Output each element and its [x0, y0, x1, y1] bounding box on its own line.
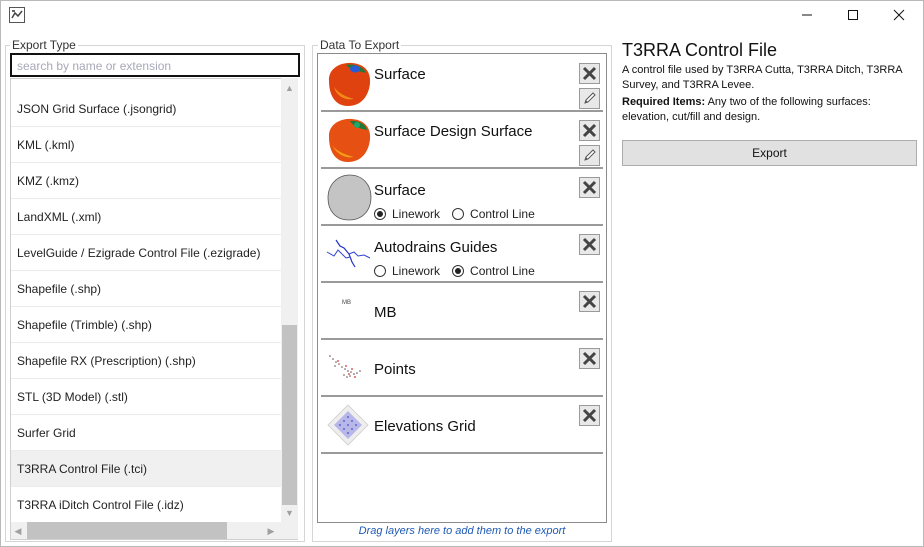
radio-control-line[interactable]	[452, 265, 465, 277]
data-to-export-title: Data To Export	[318, 38, 402, 52]
radio-linework[interactable]	[374, 208, 386, 220]
remove-layer-button-autodrains-guides[interactable]	[579, 234, 600, 255]
radio-control-line[interactable]	[452, 208, 465, 220]
export-type-title-heading: T3RRA Control File	[622, 40, 778, 60]
list-item-landxml[interactable]: LandXML (.xml)	[11, 199, 283, 235]
remove-icon	[582, 408, 597, 423]
vertical-scroll-thumb[interactable]	[282, 325, 297, 505]
edit-layer-button-design-surface[interactable]	[579, 145, 600, 166]
remove-layer-button-mb[interactable]	[579, 291, 600, 312]
boundary-thumbnail	[324, 173, 374, 226]
radio-linework[interactable]	[374, 265, 386, 277]
remove-icon	[582, 66, 597, 81]
grid-thumbnail	[324, 403, 372, 450]
remove-layer-button-elevations-grid[interactable]	[579, 405, 600, 426]
layer-name-surface: Surface	[374, 66, 426, 83]
list-item-jsongrid[interactable]: JSON Grid Surface (.jsongrid)	[11, 91, 283, 127]
remove-layer-button-design-surface[interactable]	[579, 120, 600, 141]
layer-name-surface-boundary: Surface	[374, 182, 426, 199]
mb-thumbnail: MB	[342, 300, 351, 306]
layer-name-elevations-grid: Elevations Grid	[374, 418, 476, 435]
layer-name-autodrains-guides: Autodrains Guides	[374, 239, 498, 256]
close-button[interactable]	[876, 0, 922, 30]
list-item-kmz[interactable]: KMZ (.kmz)	[11, 163, 283, 199]
required-items: Required Items: Any two of the following…	[622, 95, 914, 125]
required-items-label: Required Items:	[622, 96, 706, 108]
remove-icon	[582, 180, 597, 195]
drag-hint: Drag layers here to add them to the expo…	[358, 525, 566, 537]
export-button[interactable]: Export	[622, 140, 917, 166]
layer-row-mb[interactable]	[321, 283, 603, 340]
remove-layer-button-surface[interactable]	[579, 63, 600, 84]
horizontal-scroll-thumb[interactable]	[27, 522, 227, 539]
minimize-button[interactable]	[784, 0, 830, 30]
list-item-ezigrade[interactable]: LevelGuide / Ezigrade Control File (.ezi…	[11, 235, 283, 271]
radio-label-linework: Linework	[392, 264, 441, 278]
design-surface-thumbnail	[324, 115, 374, 168]
search-input[interactable]: search by name or extension	[10, 53, 300, 77]
radio-label-control-line: Control Line	[470, 207, 535, 221]
pencil-icon	[584, 92, 596, 104]
remove-icon	[582, 351, 597, 366]
maximize-button[interactable]	[830, 0, 876, 30]
remove-layer-button-points[interactable]	[579, 348, 600, 369]
pencil-icon	[584, 149, 596, 161]
list-item-shapefile-trimble[interactable]: Shapefile (Trimble) (.shp)	[11, 307, 283, 343]
maximize-icon	[848, 10, 858, 20]
search-placeholder: search by name or extension	[17, 59, 172, 73]
list-item-t3rra-control-file[interactable]: T3RRA Control File (.tci)	[11, 451, 283, 487]
list-item-shapefile[interactable]: Shapefile (.shp)	[11, 271, 283, 307]
remove-icon	[582, 123, 597, 138]
scroll-up-icon[interactable]: ▲	[282, 83, 297, 93]
export-button-label: Export	[752, 146, 787, 160]
list-item-stl[interactable]: STL (3D Model) (.stl)	[11, 379, 283, 415]
export-mode-radio-group-guides: Linework Control Line	[374, 264, 535, 278]
scroll-down-icon[interactable]: ▼	[282, 508, 297, 518]
list-item-kml[interactable]: KML (.kml)	[11, 127, 283, 163]
points-thumbnail	[324, 350, 368, 387]
list-item-surfer-grid[interactable]: Surfer Grid	[11, 415, 283, 451]
title-bar	[0, 0, 922, 32]
scroll-right-icon[interactable]: ▶	[265, 526, 277, 536]
layer-name-points: Points	[374, 361, 416, 378]
scroll-left-icon[interactable]: ◀	[12, 526, 24, 536]
guides-thumbnail	[324, 232, 374, 275]
list-item-t3rra-iditch[interactable]: T3RRA iDitch Control File (.idz)	[11, 487, 283, 523]
layer-name-design-surface: Surface Design Surface	[374, 123, 533, 140]
surface-thumbnail	[324, 59, 374, 112]
radio-label-control-line: Control Line	[470, 264, 535, 278]
edit-layer-button-surface[interactable]	[579, 88, 600, 109]
radio-label-linework: Linework	[392, 207, 441, 221]
remove-icon	[582, 237, 597, 252]
export-type-title: Export Type	[10, 38, 78, 52]
list-item-shapefile-rx[interactable]: Shapefile RX (Prescription) (.shp)	[11, 343, 283, 379]
export-mode-radio-group-surface: Linework Control Line	[374, 207, 535, 221]
remove-icon	[582, 294, 597, 309]
export-type-description: A control file used by T3RRA Cutta, T3RR…	[622, 64, 903, 91]
layer-name-mb: MB	[374, 304, 397, 321]
export-type-list: JSON Grid Surface (.jsongrid) KML (.kml)…	[10, 78, 298, 540]
close-icon	[893, 9, 905, 21]
remove-layer-button-surface-boundary[interactable]	[579, 177, 600, 198]
scroll-corner	[281, 522, 298, 539]
app-icon	[9, 7, 25, 23]
minimize-icon	[802, 14, 812, 16]
